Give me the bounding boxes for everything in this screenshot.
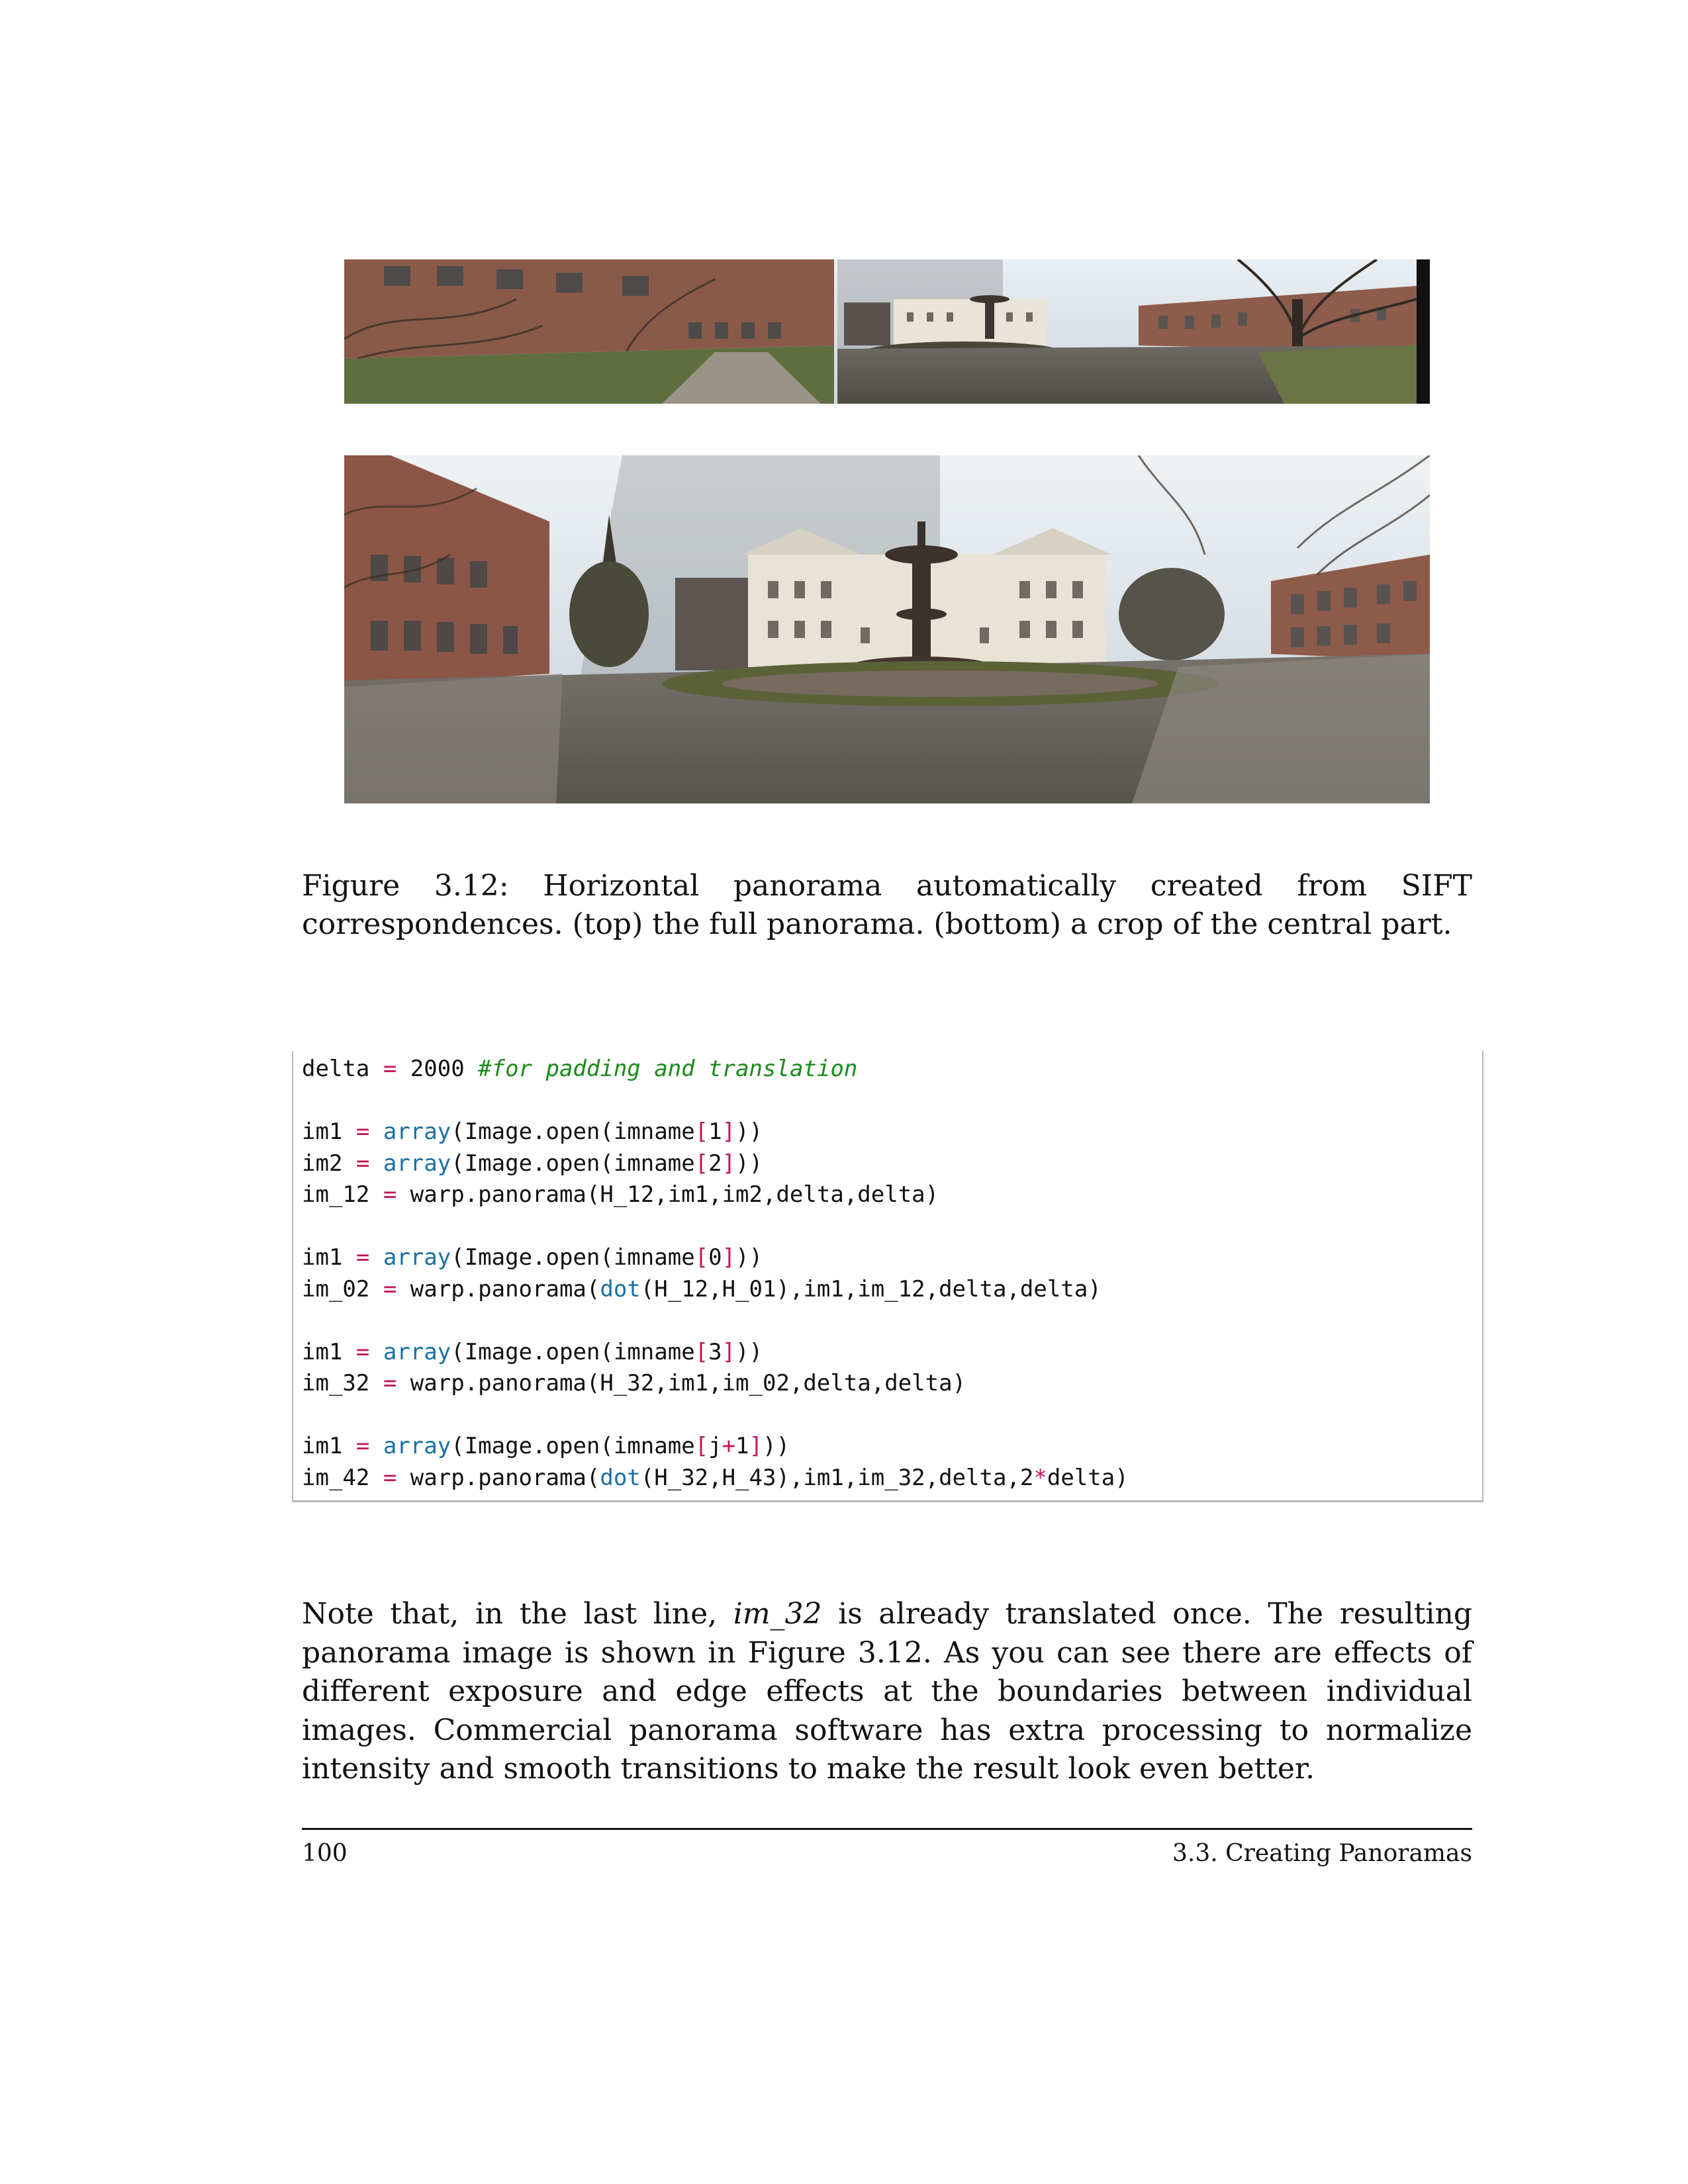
code-token: = <box>383 1464 397 1491</box>
code-token: (Image.open(imname <box>451 1118 695 1145</box>
code-line: im2 = array(Image.open(imname[2])) <box>302 1148 1129 1180</box>
code-token: )) <box>735 1244 763 1271</box>
code-line: im_32 = warp.panorama(H_32,im1,im_02,del… <box>302 1368 1129 1400</box>
code-token: dot <box>600 1464 641 1491</box>
code-token: 2 <box>708 1150 722 1177</box>
code-token: 2000 <box>397 1056 479 1082</box>
code-token: array <box>383 1118 451 1145</box>
code-token: warp.panorama( <box>397 1464 600 1491</box>
code-token: warp.panorama(H_12,im1,im2,delta,delta) <box>397 1181 939 1208</box>
code-token: = <box>383 1370 397 1396</box>
code-token: = <box>355 1118 370 1145</box>
code-token: ] <box>722 1150 736 1177</box>
code-line: im1 = array(Image.open(imname[0])) <box>302 1242 1129 1274</box>
code-line: im1 = array(Image.open(imname[1])) <box>302 1116 1129 1148</box>
code-token: 3 <box>708 1338 722 1365</box>
code-token: 1 <box>708 1118 722 1145</box>
code-token: (Image.open(imname <box>451 1338 695 1365</box>
code-token: im_12 <box>302 1181 383 1208</box>
code-token: [ <box>694 1433 709 1459</box>
code-token: [ <box>694 1244 709 1271</box>
code-token: (H_32,H_43),im1,im_32,delta,2 <box>640 1464 1034 1491</box>
code-token: ] <box>722 1244 736 1271</box>
code-token: array <box>383 1150 451 1177</box>
code-token: + <box>722 1433 736 1459</box>
code-token: dot <box>600 1275 641 1302</box>
running-section-title: 3.3. Creating Panoramas <box>1172 1840 1472 1867</box>
code-listing: delta = 2000 #for padding and translatio… <box>302 1054 1129 1494</box>
code-line: im1 = array(Image.open(imname[j+1])) <box>302 1431 1129 1463</box>
figure-caption: Figure 3.12: Horizontal panorama automat… <box>302 869 1472 941</box>
code-token: [ <box>694 1118 709 1145</box>
code-token: (Image.open(imname <box>451 1244 695 1271</box>
code-token: im1 <box>302 1118 356 1145</box>
code-line: im_42 = warp.panorama(dot(H_32,H_43),im1… <box>302 1463 1129 1494</box>
code-token: = <box>355 1433 370 1459</box>
code-token: im2 <box>302 1150 356 1177</box>
code-line: im_02 = warp.panorama(dot(H_12,H_01),im1… <box>302 1274 1129 1306</box>
code-token: = <box>383 1275 397 1302</box>
code-token: array <box>383 1433 451 1459</box>
code-token: * <box>1033 1464 1047 1491</box>
code-token: = <box>355 1244 370 1271</box>
code-token: im1 <box>302 1244 356 1271</box>
code-token: = <box>355 1338 370 1365</box>
code-token: im_02 <box>302 1275 383 1302</box>
code-token: = <box>355 1150 370 1177</box>
code-token: #for padding and translation <box>478 1056 858 1082</box>
code-token: im1 <box>302 1433 356 1459</box>
code-token: = <box>383 1056 397 1082</box>
code-token: 1 <box>735 1433 749 1459</box>
code-token: (H_12,H_01),im1,im_12,delta,delta) <box>640 1275 1102 1302</box>
footer-rule <box>302 1828 1472 1830</box>
code-token: [ <box>694 1150 709 1177</box>
page-number: 100 <box>302 1840 348 1867</box>
code-token: ] <box>722 1118 736 1145</box>
code-token: 0 <box>708 1244 722 1271</box>
code-token: )) <box>735 1118 763 1145</box>
code-line: im1 = array(Image.open(imname[3])) <box>302 1337 1129 1369</box>
code-token: im1 <box>302 1338 356 1365</box>
code-line: im_12 = warp.panorama(H_12,im1,im2,delta… <box>302 1179 1129 1211</box>
code-line: delta = 2000 #for padding and translatio… <box>302 1054 1129 1085</box>
code-token: delta) <box>1047 1464 1129 1491</box>
body-text-italic-variable: im_32 <box>733 1597 822 1631</box>
code-token: array <box>383 1244 451 1271</box>
panorama-crop-image <box>344 455 1430 803</box>
code-token: im_32 <box>302 1370 383 1396</box>
body-text-part1: Note that, in the last line, <box>302 1597 733 1631</box>
code-token: )) <box>763 1433 790 1459</box>
code-token: warp.panorama(H_32,im1,im_02,delta,delta… <box>397 1370 966 1396</box>
code-token: j <box>708 1433 722 1459</box>
code-token: = <box>383 1181 397 1208</box>
code-token: [ <box>694 1338 709 1365</box>
code-token: im_42 <box>302 1464 383 1491</box>
code-token: )) <box>735 1338 763 1365</box>
code-token: warp.panorama( <box>397 1275 600 1302</box>
code-token: array <box>383 1338 451 1365</box>
code-token: (Image.open(imname <box>451 1150 695 1177</box>
code-token: )) <box>735 1150 763 1177</box>
code-token: ] <box>722 1338 736 1365</box>
panorama-full-image <box>344 259 1430 404</box>
code-token: (Image.open(imname <box>451 1433 695 1459</box>
body-paragraph: Note that, in the last line, im_32 is al… <box>302 1595 1472 1789</box>
code-token: delta <box>302 1056 383 1082</box>
code-token: ] <box>749 1433 763 1459</box>
